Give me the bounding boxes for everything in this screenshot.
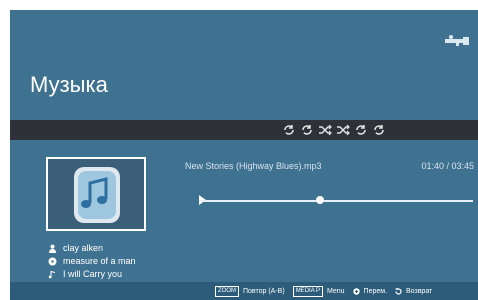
now-playing-panel: clay alken measure of a man I will Carry… bbox=[10, 140, 478, 282]
title-row: I will Carry you bbox=[48, 268, 136, 281]
music-file-icon bbox=[74, 167, 120, 223]
shuffle-all-icon[interactable] bbox=[336, 123, 350, 137]
menu-hint: Menu bbox=[327, 288, 345, 295]
usb-icon bbox=[445, 35, 469, 46]
hint-list: ZOOM Повтор (A-B) MEDIA P Menu Перем. Во… bbox=[215, 286, 432, 297]
music-note-icon bbox=[48, 270, 56, 279]
album-row: measure of a man bbox=[48, 255, 136, 268]
track-time: 01:40 / 03:45 bbox=[421, 161, 474, 171]
song-title: I will Carry you bbox=[63, 269, 123, 279]
seek-bar[interactable] bbox=[199, 200, 473, 202]
media-player-screen: Музыка clay alken measure of a man I wil… bbox=[10, 10, 478, 300]
repeat-ab-icon[interactable] bbox=[354, 123, 368, 137]
shuffle-icon[interactable] bbox=[318, 123, 332, 137]
album-name: measure of a man bbox=[63, 256, 136, 266]
track-metadata: clay alken measure of a man I will Carry… bbox=[48, 242, 136, 281]
return-icon bbox=[395, 288, 402, 295]
track-filename: New Stories (Highway Blues).mp3 bbox=[185, 161, 322, 171]
disc-icon bbox=[48, 257, 57, 266]
media-key[interactable]: MEDIA P bbox=[292, 286, 324, 297]
header: Музыка bbox=[10, 10, 478, 120]
album-art bbox=[46, 157, 146, 231]
back-hint: Возврат bbox=[406, 288, 433, 295]
playback-mode-icons bbox=[282, 123, 386, 137]
artist-name: clay alken bbox=[63, 243, 104, 253]
navigate-icon bbox=[352, 288, 360, 295]
page-title: Музыка bbox=[30, 72, 108, 97]
zoom-key[interactable]: ZOOM bbox=[215, 286, 239, 297]
seek-knob[interactable] bbox=[315, 196, 324, 204]
repeat-one-icon[interactable] bbox=[300, 123, 314, 137]
footer-hints: ZOOM Повтор (A-B) MEDIA P Menu Перем. Во… bbox=[10, 282, 478, 300]
artist-row: clay alken bbox=[48, 242, 136, 255]
zoom-hint: Повтор (A-B) bbox=[243, 288, 285, 295]
playback-mode-bar bbox=[10, 120, 478, 140]
move-hint: Перем. bbox=[363, 288, 388, 295]
repeat-all-icon[interactable] bbox=[282, 123, 296, 137]
user-icon bbox=[49, 244, 56, 253]
repeat-folder-icon[interactable] bbox=[372, 123, 386, 137]
